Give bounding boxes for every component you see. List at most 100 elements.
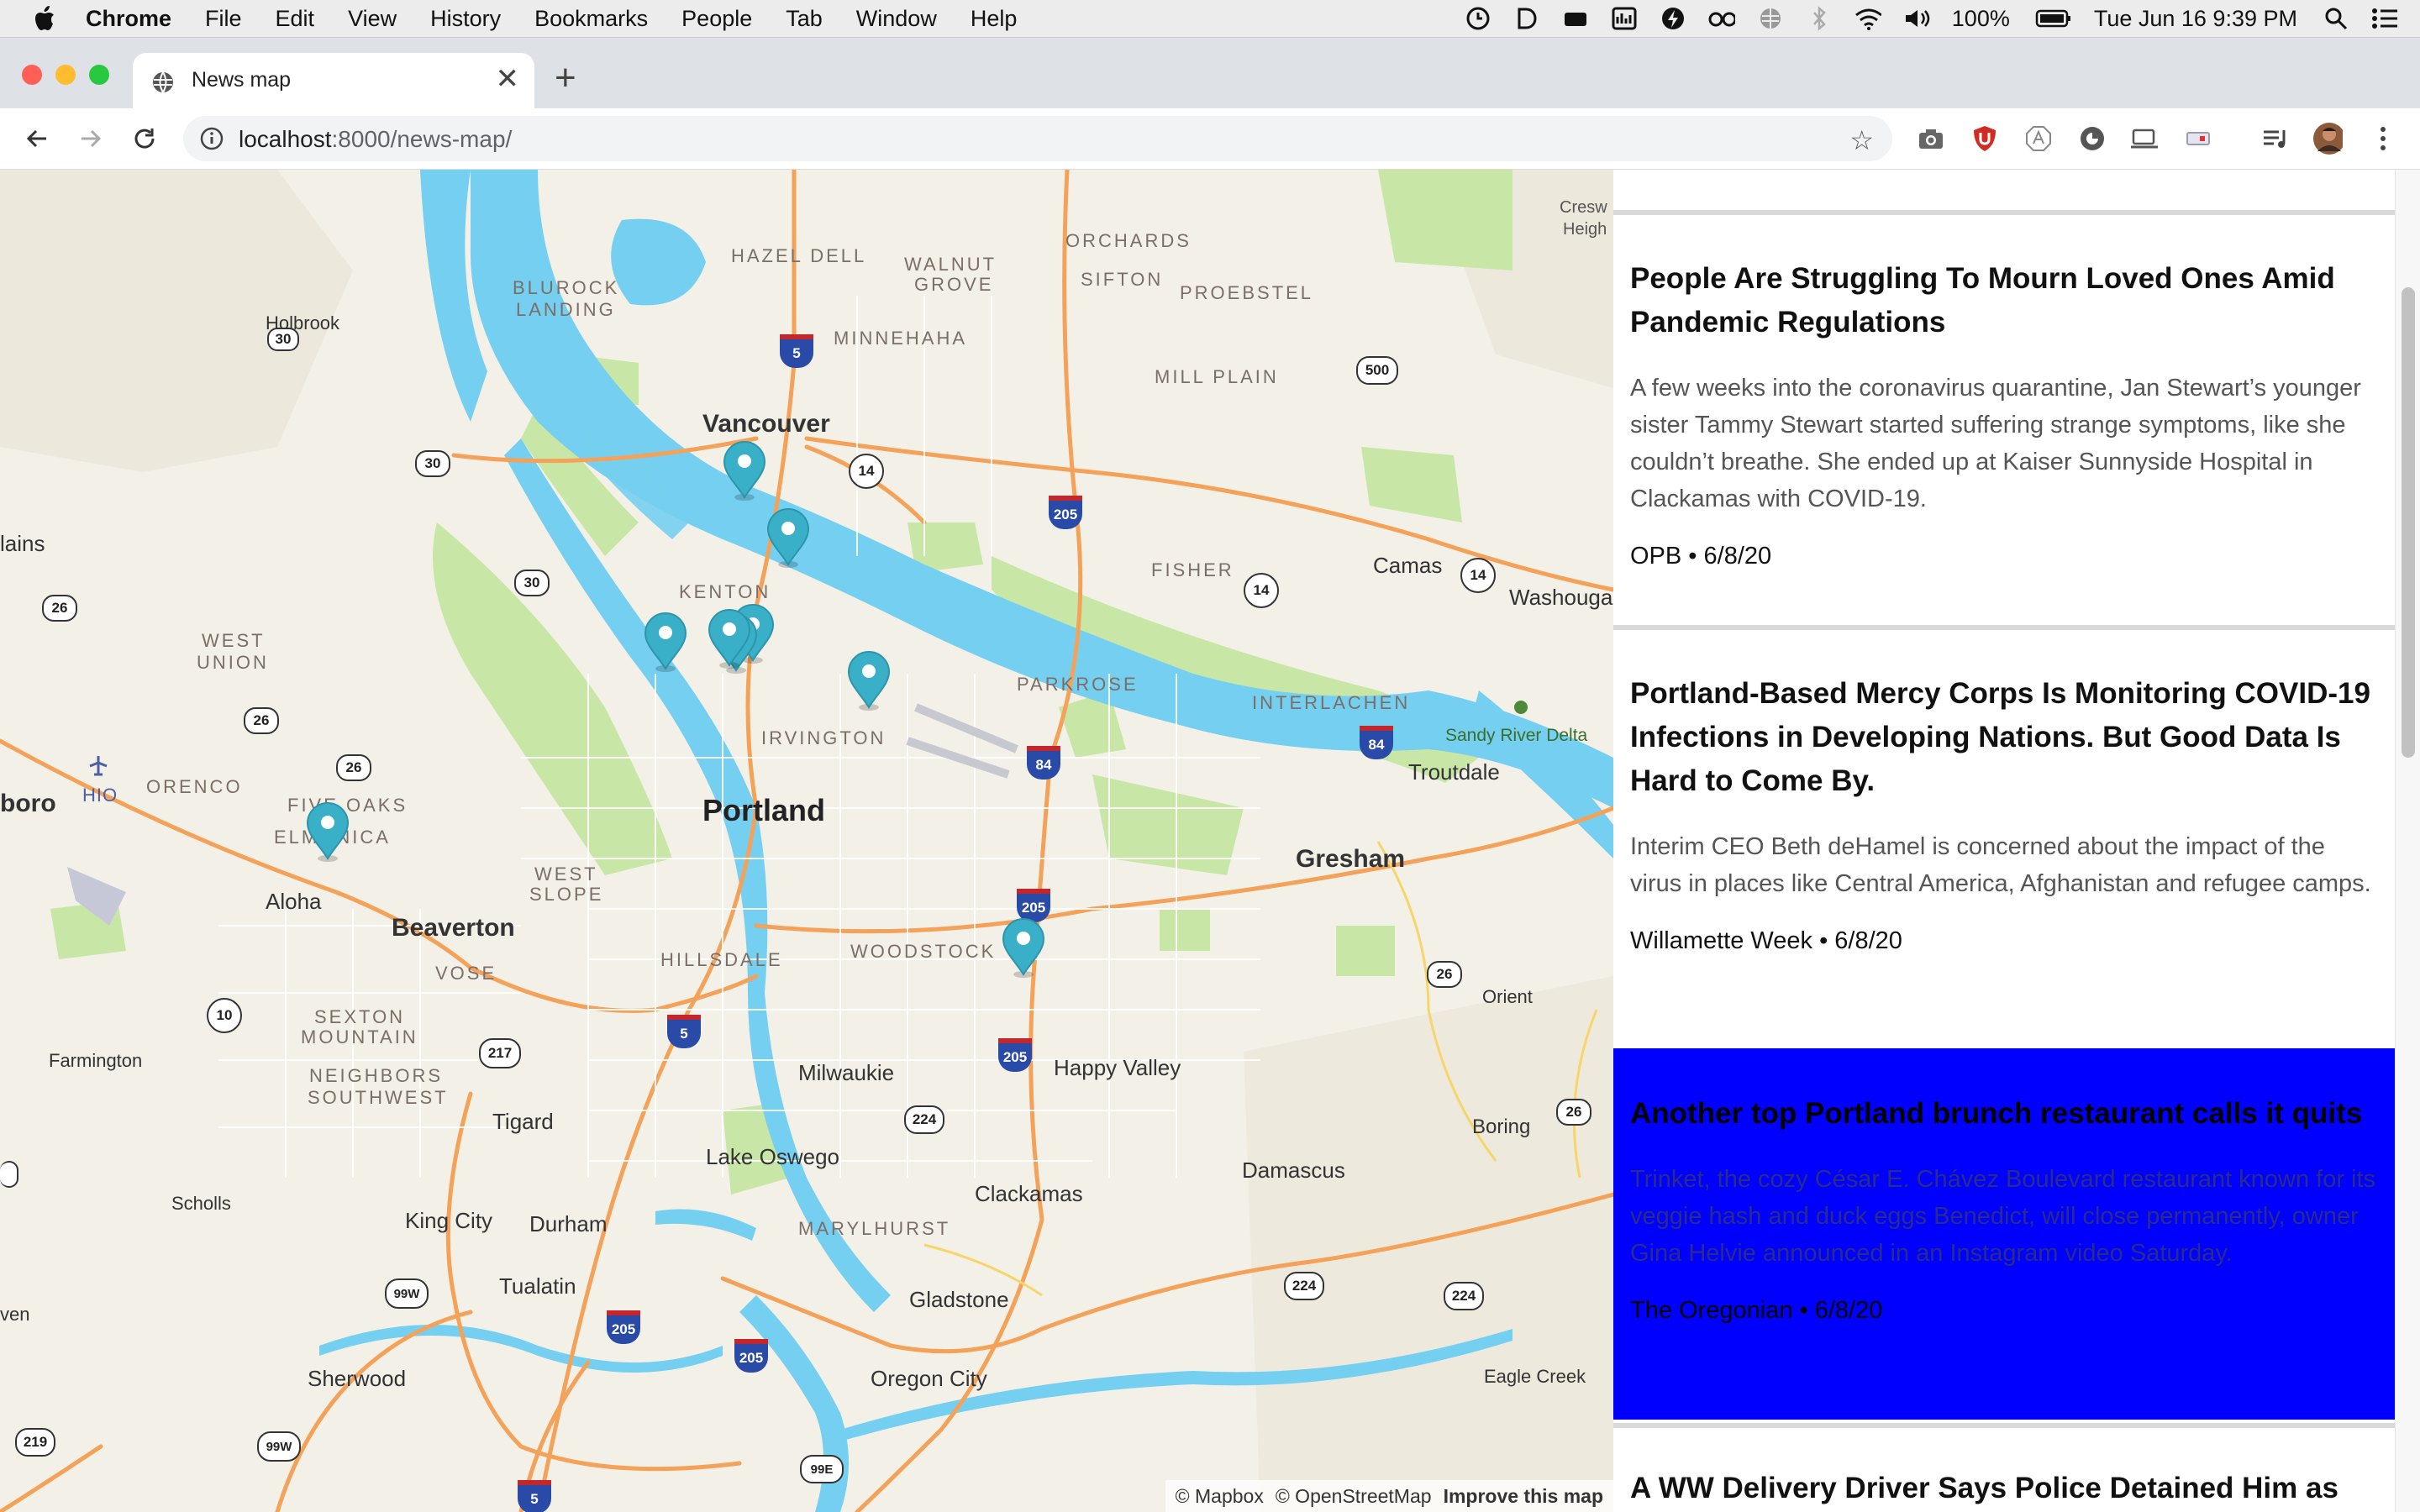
map-label-milwaukie: Milwaukie xyxy=(798,1060,895,1085)
volume-icon[interactable] xyxy=(1903,6,1930,31)
map-label-tigard: Tigard xyxy=(492,1109,554,1134)
news-list: People Are Struggling To Mourn Loved One… xyxy=(1613,170,2420,1512)
route-shield-26: 26 xyxy=(1427,961,1462,988)
menu-window[interactable]: Window xyxy=(856,6,937,32)
map-label-parkrose: PARKROSE xyxy=(1017,674,1139,695)
activity-monitor-icon[interactable] xyxy=(1611,6,1638,31)
menu-file[interactable]: File xyxy=(205,6,242,32)
tab-close-icon[interactable]: ✕ xyxy=(496,65,520,93)
window-close-button[interactable] xyxy=(22,65,42,85)
clock-icon[interactable] xyxy=(1465,6,1491,31)
route-shield-10: 10 xyxy=(207,998,242,1033)
news-marker-pin-icon[interactable] xyxy=(642,610,689,672)
menu-edit[interactable]: Edit xyxy=(276,6,315,32)
glasses-icon[interactable] xyxy=(1708,6,1735,31)
news-marker-pin-icon[interactable] xyxy=(304,800,351,862)
map-label-cresw: Cresw xyxy=(1560,198,1607,217)
tab-strip: News map ✕ + xyxy=(0,38,2420,108)
route-shield-14: 14 xyxy=(849,454,884,489)
notification-center-icon[interactable] xyxy=(2371,6,2398,31)
map-label-lake-oswego: Lake Oswego xyxy=(706,1144,839,1169)
menu-people[interactable]: People xyxy=(681,6,752,32)
route-shield-14: 14 xyxy=(1244,573,1279,608)
drive-icon[interactable] xyxy=(1562,6,1589,31)
adblock-extension-icon[interactable] xyxy=(2023,123,2054,154)
menu-tab[interactable]: Tab xyxy=(786,6,823,32)
clock-text[interactable]: Tue Jun 16 9:39 PM xyxy=(2094,6,2297,32)
new-tab-button[interactable]: + xyxy=(555,60,576,97)
apple-logo-icon[interactable] xyxy=(34,6,55,31)
camera-extension-icon[interactable] xyxy=(1916,123,1946,154)
screen-extension-icon[interactable] xyxy=(2183,123,2213,154)
improve-map-link[interactable]: Improve this map xyxy=(1444,1485,1603,1508)
map-label-boro: boro xyxy=(0,790,56,817)
article-headline[interactable]: A WW Delivery Driver Says Police Detaine… xyxy=(1630,1467,2376,1510)
bookmark-star-icon[interactable]: ☆ xyxy=(1849,124,1874,156)
news-scrollbar-thumb[interactable] xyxy=(2402,287,2415,758)
menu-history[interactable]: History xyxy=(430,6,501,32)
article-headline[interactable]: Portland-Based Mercy Corps Is Monitoring… xyxy=(1630,672,2376,803)
map-label-clackamas: Clackamas xyxy=(975,1181,1083,1206)
window-zoom-button[interactable] xyxy=(89,65,109,85)
article-summary: A few weeks into the coronavirus quarant… xyxy=(1630,375,2361,512)
map-label-woodstock: WOODSTOCK xyxy=(850,941,997,962)
site-info-icon[interactable] xyxy=(200,127,224,150)
tab-news-map[interactable]: News map ✕ xyxy=(133,53,534,108)
wifi-icon[interactable] xyxy=(1854,6,1881,31)
route-shield-edge: 43 xyxy=(0,1161,18,1188)
news-marker-pin-icon[interactable] xyxy=(765,506,812,568)
chrome-menu-button[interactable] xyxy=(2368,123,2398,154)
forward-button[interactable] xyxy=(74,122,108,155)
mapbox-attribution-link[interactable]: © Mapbox xyxy=(1176,1485,1264,1508)
news-marker-pin-icon[interactable] xyxy=(845,648,892,711)
cast-extension-icon[interactable] xyxy=(2129,123,2160,154)
url-text[interactable]: localhost:8000/news-map/ xyxy=(239,126,512,153)
article-headline[interactable]: Another top Portland brunch restaurant c… xyxy=(1630,1092,2376,1136)
article-card-selected[interactable]: Another top Portland brunch restaurant c… xyxy=(1613,1048,2395,1420)
menu-help[interactable]: Help xyxy=(971,6,1018,32)
map-label-grove: GROVE xyxy=(914,274,994,295)
article-divider xyxy=(1613,625,2395,630)
route-shield-30: 30 xyxy=(415,450,450,477)
map-label-vancouver: Vancouver xyxy=(702,410,830,438)
window-minimize-button[interactable] xyxy=(55,65,76,85)
privacy-badger-extension-icon[interactable] xyxy=(2077,123,2107,154)
map-label-mill-plain: MILL PLAIN xyxy=(1155,366,1279,387)
profile-avatar[interactable] xyxy=(2312,123,2343,155)
menu-view[interactable]: View xyxy=(348,6,397,32)
media-controls-icon[interactable] xyxy=(2260,123,2291,154)
map-label-heigh: Heigh xyxy=(1563,220,1607,239)
map-label-washougal: Washougal xyxy=(1509,585,1613,610)
bluetooth-icon[interactable] xyxy=(1806,6,1833,31)
ublock-extension-icon[interactable] xyxy=(1970,123,2000,154)
article-headline[interactable]: People Are Struggling To Mourn Loved One… xyxy=(1630,257,2376,344)
globe-status-icon[interactable] xyxy=(1757,6,1784,31)
map-label-orenco: ORENCO xyxy=(146,776,243,797)
menu-bookmarks[interactable]: Bookmarks xyxy=(534,6,648,32)
browser-toolbar: localhost:8000/news-map/ ☆ xyxy=(0,108,2420,170)
map-label-interlachen: INTERLACHEN xyxy=(1252,692,1411,713)
map-label-west-2: WEST xyxy=(534,864,598,885)
interstate-shield-205: 205 xyxy=(734,1339,768,1373)
spotlight-search-icon[interactable] xyxy=(2323,6,2349,31)
url-path: :8000/news-map/ xyxy=(331,126,513,152)
d-app-icon[interactable] xyxy=(1513,6,1540,31)
reload-button[interactable] xyxy=(128,122,161,155)
news-marker-pin-icon[interactable] xyxy=(706,606,753,669)
lightning-icon[interactable] xyxy=(1660,6,1686,31)
news-marker-pin-icon[interactable] xyxy=(721,438,768,501)
map-label-farmington: Farmington xyxy=(49,1050,143,1071)
news-marker-pin-icon[interactable] xyxy=(1000,916,1047,978)
osm-attribution-link[interactable]: © OpenStreetMap xyxy=(1276,1485,1432,1508)
map-label-west: WEST xyxy=(202,630,266,651)
menu-bar: Chrome File Edit View History Bookmarks … xyxy=(0,0,2420,38)
menu-app-chrome[interactable]: Chrome xyxy=(86,6,171,32)
battery-icon[interactable] xyxy=(2035,6,2072,31)
back-button[interactable] xyxy=(20,122,54,155)
map-label-orchards: ORCHARDS xyxy=(1065,230,1192,251)
airport-icon xyxy=(89,756,108,776)
address-bar[interactable]: localhost:8000/news-map/ ☆ xyxy=(183,116,1892,161)
map-label-tualatin: Tualatin xyxy=(499,1273,576,1299)
news-map[interactable]: Portland Vancouver Beaverton Gresham bor… xyxy=(0,170,1613,1512)
article-card[interactable]: A WW Delivery Driver Says Police Detaine… xyxy=(1613,1467,2395,1512)
